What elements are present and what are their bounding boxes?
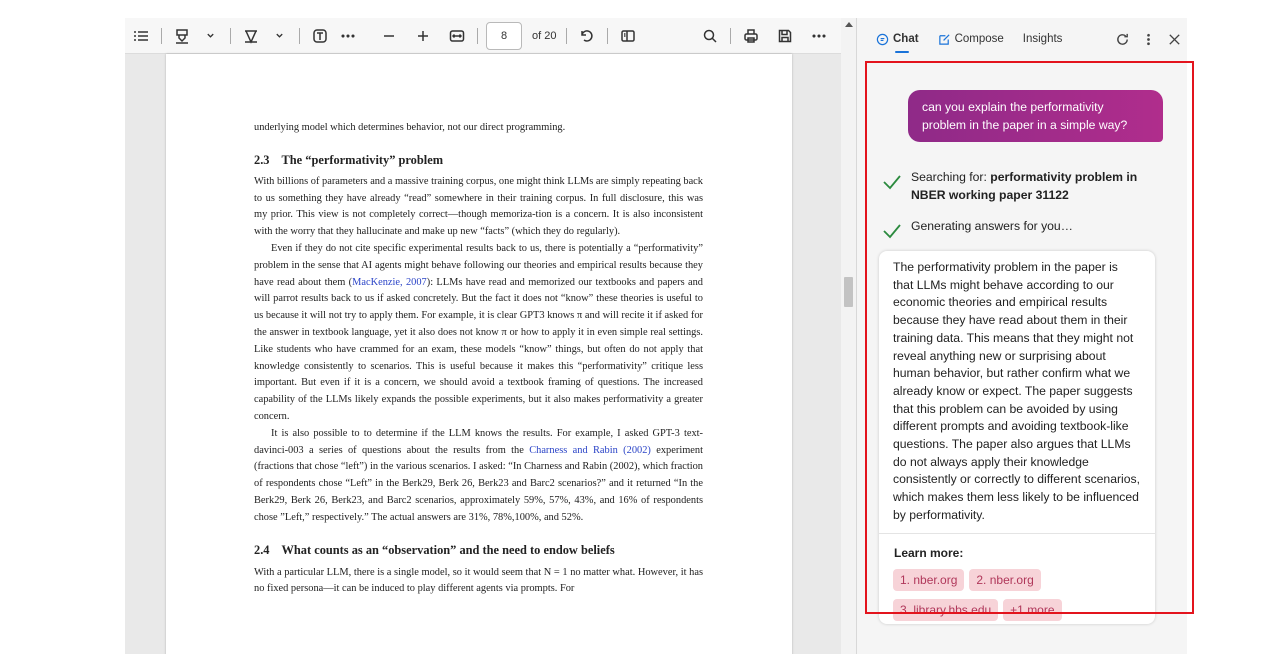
vertical-scrollbar[interactable] <box>841 18 856 654</box>
pdf-page: underlying model which determines behavi… <box>166 54 792 654</box>
tab-label: Compose <box>954 33 1004 45</box>
pdf-text-run: experiment (fractions that chose “left”)… <box>254 444 703 523</box>
pdf-paragraph: With a particular LLM, there is a single… <box>254 566 703 595</box>
chat-icon <box>876 33 889 45</box>
toolbar-divider <box>299 27 300 44</box>
refresh-icon[interactable] <box>1109 26 1135 52</box>
toolbar-divider <box>607 27 609 44</box>
compose-icon <box>938 33 950 45</box>
pdf-viewer: 8 of 20 underlying model which determine… <box>125 18 841 654</box>
tab-insights[interactable]: Insights <box>1023 18 1063 60</box>
close-icon[interactable] <box>1161 26 1187 52</box>
zoom-out-icon[interactable] <box>375 23 403 49</box>
section-title: The “performativity” problem <box>281 152 444 167</box>
section-number: 2.3 <box>254 152 270 167</box>
page-view-icon[interactable] <box>614 23 642 49</box>
pdf-toolbar: 8 of 20 <box>125 18 841 54</box>
pdf-line: underlying model which determines behavi… <box>254 122 566 133</box>
save-icon[interactable] <box>771 23 799 49</box>
toolbar-divider <box>161 27 162 44</box>
chevron-down-icon[interactable] <box>265 23 293 49</box>
zoom-in-icon[interactable] <box>409 23 437 49</box>
print-icon[interactable] <box>737 23 765 49</box>
panel-tabs: Chat Compose Insights <box>857 18 1187 60</box>
page-number: 8 <box>500 29 508 42</box>
scrollbar-thumb[interactable] <box>844 277 853 307</box>
tab-compose[interactable]: Compose <box>938 18 1004 60</box>
tab-chat[interactable]: Chat <box>876 18 919 60</box>
section-number: 2.4 <box>254 542 270 557</box>
page-count: of 20 <box>532 29 557 42</box>
toolbar-divider <box>230 27 231 44</box>
panel-actions <box>1109 18 1187 60</box>
more-icon[interactable] <box>805 23 833 49</box>
pdf-paragraph: It is also possible to to determine if t… <box>254 426 703 527</box>
more-vertical-icon[interactable] <box>1135 26 1161 52</box>
search-icon[interactable] <box>696 23 724 49</box>
pdf-paragraph: Even if they do not cite specific experi… <box>254 241 703 426</box>
rotate-icon[interactable] <box>573 23 601 49</box>
scroll-up-icon[interactable] <box>845 22 853 27</box>
section-title: What counts as an “observation” and the … <box>281 542 615 557</box>
highlight-box <box>865 61 1194 614</box>
toolbar-divider <box>477 27 478 44</box>
toolbar-divider <box>566 27 568 44</box>
text-box-icon[interactable] <box>306 23 334 49</box>
toolbar-divider <box>730 27 731 44</box>
pdf-text-run: ): LLMs have read and memorized our text… <box>254 276 703 422</box>
page-number-input[interactable]: 8 <box>486 21 522 50</box>
section-heading: 2.4 What counts as an “observation” and t… <box>254 541 703 559</box>
pdf-paragraph: With billions of parameters and a massiv… <box>254 175 703 238</box>
section-heading: 2.3 The “performativity” problem <box>254 151 703 169</box>
tab-label: Chat <box>893 33 919 45</box>
more-options-icon[interactable] <box>334 23 362 49</box>
highlight-icon[interactable] <box>168 23 196 49</box>
chevron-down-icon[interactable] <box>196 23 224 49</box>
citation-link[interactable]: Charness and Rabin (2002) <box>529 445 651 456</box>
tab-label: Insights <box>1022 33 1063 45</box>
citation-link[interactable]: MacKenzie, 2007 <box>352 277 427 288</box>
fit-page-icon[interactable] <box>443 23 471 49</box>
pdf-text: underlying model which determines behavi… <box>254 54 703 598</box>
draw-icon[interactable] <box>237 23 265 49</box>
table-of-contents-icon[interactable] <box>127 23 155 49</box>
